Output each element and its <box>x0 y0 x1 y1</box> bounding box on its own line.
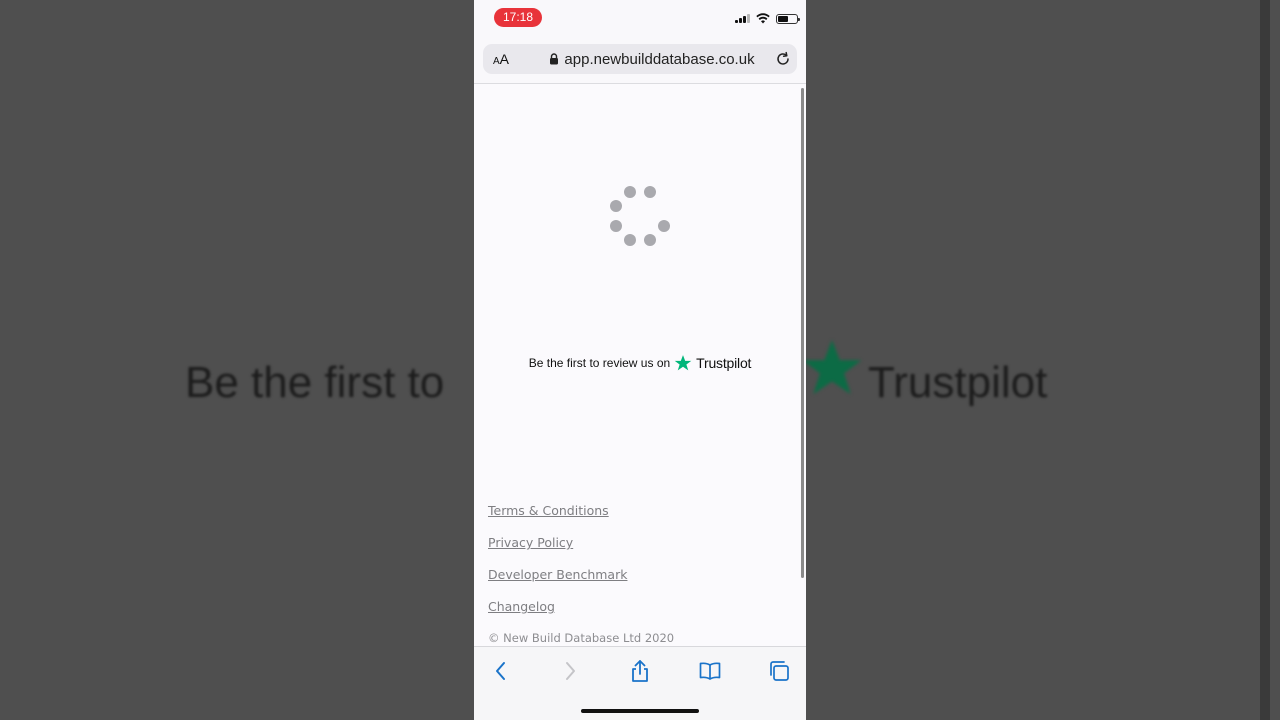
backdrop-star-icon <box>802 340 862 395</box>
bookmarks-icon <box>699 662 721 680</box>
privacy-link[interactable]: Privacy Policy <box>488 534 627 552</box>
back-button[interactable] <box>489 659 513 683</box>
spinner-dot <box>644 186 656 198</box>
backdrop-left-text: Be the first to <box>185 358 445 407</box>
share-button[interactable] <box>628 659 652 683</box>
trustpilot-prompt: Be the first to review us on <box>528 356 671 370</box>
status-time: 17:18 <box>494 8 542 27</box>
spinner-dot <box>644 234 656 246</box>
copyright: © New Build Database Ltd 2020 <box>488 631 675 645</box>
phone-screen: 17:18 AA app.newbuilddatabase.co.uk Be t… <box>474 0 806 720</box>
spinner-dot <box>610 200 622 212</box>
lock-icon <box>550 53 559 65</box>
home-indicator <box>581 709 699 713</box>
url-text: app.newbuilddatabase.co.uk <box>564 50 755 68</box>
web-content: Be the first to review us on Trustpilot … <box>474 84 806 646</box>
footer-links: Terms & Conditions Privacy Policy Develo… <box>488 502 627 630</box>
reload-icon[interactable] <box>775 51 791 67</box>
scrollbar[interactable] <box>801 88 804 578</box>
wifi-icon <box>756 13 770 24</box>
forward-icon <box>566 662 575 680</box>
spinner-dot <box>624 234 636 246</box>
loading-spinner <box>608 184 672 248</box>
url-field[interactable]: app.newbuilddatabase.co.uk <box>519 51 797 68</box>
spinner-dot <box>624 186 636 198</box>
trustpilot-widget[interactable]: Be the first to review us on Trustpilot <box>474 354 806 372</box>
backdrop-right-text: Trustpilot <box>868 358 1048 407</box>
tabs-button[interactable] <box>767 659 791 683</box>
status-bar: 17:18 <box>474 0 806 36</box>
text-size-button[interactable]: AA <box>483 51 519 67</box>
tabs-icon <box>770 661 789 681</box>
battery-icon <box>776 13 800 24</box>
trustpilot-star-icon <box>674 355 692 371</box>
cellular-signal-icon <box>735 14 750 23</box>
spinner-dot <box>658 220 670 232</box>
developer-benchmark-link[interactable]: Developer Benchmark <box>488 566 627 584</box>
backdrop-edge <box>1260 0 1270 720</box>
spinner-dot <box>610 220 622 232</box>
status-icons <box>735 13 800 24</box>
trustpilot-brand: Trustpilot <box>696 355 752 371</box>
safari-toolbar <box>474 646 806 720</box>
bookmarks-button[interactable] <box>698 659 722 683</box>
address-bar[interactable]: AA app.newbuilddatabase.co.uk <box>483 44 797 74</box>
changelog-link[interactable]: Changelog <box>488 598 627 616</box>
forward-button[interactable] <box>558 659 582 683</box>
share-icon <box>632 660 648 682</box>
terms-link[interactable]: Terms & Conditions <box>488 502 627 520</box>
back-icon <box>496 662 505 680</box>
